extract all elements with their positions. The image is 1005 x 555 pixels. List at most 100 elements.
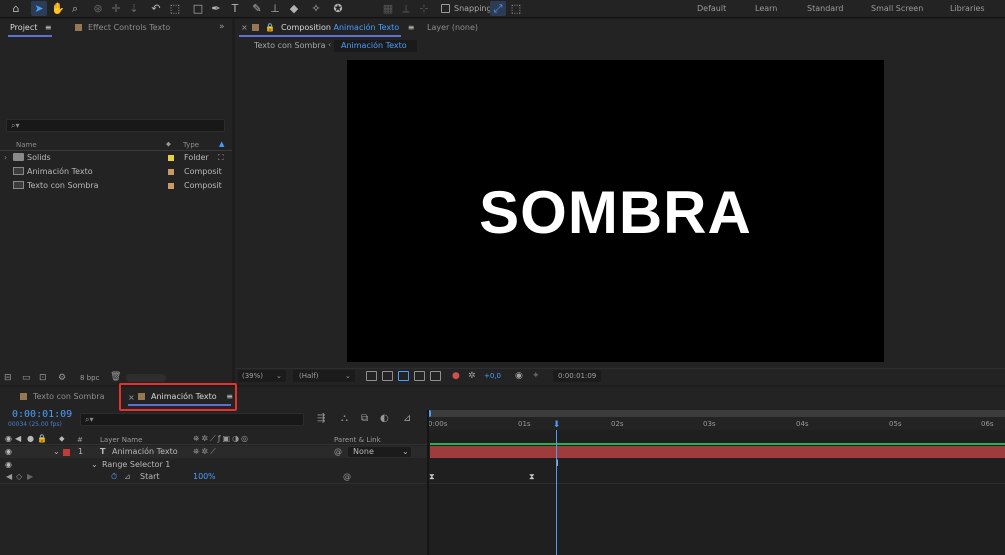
timeline-splitter[interactable]: [427, 410, 429, 555]
puppet-tool-icon[interactable]: ✪: [330, 1, 346, 16]
color-channels-icon[interactable]: ●: [452, 371, 460, 382]
label-color-swatch[interactable]: [168, 155, 174, 161]
label-color-swatch[interactable]: [63, 449, 70, 456]
comp-flowchart-icon[interactable]: ⇶: [317, 413, 325, 424]
layer-switches[interactable]: ⛯✲⟋: [193, 446, 218, 458]
draft-3d-icon[interactable]: ⛬: [341, 413, 348, 424]
layer-name[interactable]: Animación Texto: [112, 446, 178, 458]
new-composition-icon[interactable]: ⊡: [39, 373, 47, 383]
eye-icon[interactable]: ◉: [5, 459, 12, 471]
roto-brush-tool-icon[interactable]: ✧: [308, 1, 324, 16]
column-header-number[interactable]: #: [77, 436, 83, 444]
audio-icon[interactable]: ◀: [15, 434, 21, 443]
sort-ascending-icon[interactable]: ▲: [219, 140, 224, 148]
snapping-checkbox[interactable]: [441, 4, 450, 13]
region-of-interest-icon[interactable]: [366, 371, 377, 381]
graph-icon[interactable]: ⊿: [124, 471, 131, 483]
dolly-tool-icon[interactable]: ⇣: [126, 1, 142, 16]
flowchart-icon[interactable]: ⛶: [218, 151, 224, 165]
label-tag-icon[interactable]: ⬥: [166, 140, 171, 149]
home-icon[interactable]: ⌂: [8, 1, 24, 16]
expression-icon[interactable]: @: [343, 471, 351, 483]
project-row-animacion-texto[interactable]: Animación Texto Composit: [0, 165, 232, 179]
lock-icon[interactable]: 🔒: [265, 23, 275, 32]
pan-tool-icon[interactable]: ✛: [108, 1, 124, 16]
grid-guides-icon[interactable]: [414, 371, 425, 381]
type-tool-icon[interactable]: T: [227, 1, 243, 16]
snap-features-icon[interactable]: ⬚: [508, 1, 524, 16]
breadcrumb-animacion-texto[interactable]: Animación Texto: [341, 40, 407, 52]
solo-icon[interactable]: ●: [27, 434, 34, 443]
close-tab-icon[interactable]: ×: [128, 393, 135, 402]
playhead-line[interactable]: [556, 430, 557, 555]
close-tab-icon[interactable]: ×: [241, 23, 248, 32]
range-selector-row[interactable]: ◉ ⌄ Range Selector 1: [0, 459, 427, 471]
tab-project[interactable]: Project ≡: [10, 22, 52, 34]
timeline-search-input[interactable]: ⌕▾: [80, 413, 304, 426]
viewer-text-layer[interactable]: SOMBRA: [347, 178, 884, 247]
adjust-project-settings-icon[interactable]: ⚙: [58, 373, 66, 383]
workspace-standard[interactable]: Standard: [807, 4, 843, 13]
previous-keyframe-icon[interactable]: ◀: [6, 471, 12, 483]
clone-stamp-tool-icon[interactable]: ⊥: [267, 1, 283, 16]
label-color-swatch[interactable]: [168, 169, 174, 175]
exposure-value[interactable]: +0,0: [484, 371, 501, 382]
column-header-parent[interactable]: Parent & Link: [334, 436, 381, 444]
expand-chevron-icon[interactable]: ›: [4, 151, 7, 165]
pen-tool-icon[interactable]: ✒: [208, 1, 224, 16]
rotate-tool-icon[interactable]: ↶: [148, 1, 164, 16]
pan-behind-tool-icon[interactable]: ⬚: [167, 1, 183, 16]
layer-duration-bar[interactable]: [430, 446, 1005, 458]
pick-whip-icon[interactable]: @: [334, 446, 342, 458]
next-keyframe-icon[interactable]: ▶: [27, 471, 33, 483]
snap-edges-icon[interactable]: ⤢: [490, 1, 506, 16]
keyframe-icon[interactable]: ⧗: [429, 472, 435, 482]
workspace-small-screen[interactable]: Small Screen: [871, 4, 923, 13]
column-header-type[interactable]: Type: [183, 141, 199, 149]
hand-tool-icon[interactable]: ✋: [50, 1, 66, 16]
playhead-handle[interactable]: ⬇: [552, 421, 561, 430]
lock-icon[interactable]: 🔒: [37, 434, 47, 443]
panel-menu-icon[interactable]: ≡: [45, 23, 52, 32]
workspace-default[interactable]: Default: [697, 4, 726, 13]
add-keyframe-icon[interactable]: ◇: [16, 471, 22, 483]
project-row-solids[interactable]: › Solids Folder ⛶: [0, 151, 232, 165]
panel-overflow-icon[interactable]: »: [219, 22, 225, 32]
column-header-name[interactable]: Name: [16, 141, 37, 149]
label-color-swatch[interactable]: [168, 183, 174, 189]
tab-composition[interactable]: 🔒 Composition Animación Texto ≡: [252, 22, 414, 34]
tab-effect-controls[interactable]: Effect Controls Texto: [75, 22, 170, 34]
switches-icons[interactable]: ⛯✲⟋ƒ▣◑◎: [193, 434, 250, 444]
tab-layer[interactable]: Layer (none): [427, 22, 478, 34]
camera-snapshot-icon[interactable]: ◉: [515, 371, 523, 382]
interpret-footage-icon[interactable]: ⊟: [4, 373, 12, 383]
world-axis-icon[interactable]: ⊹: [416, 1, 432, 16]
rectangle-tool-icon[interactable]: □: [190, 1, 206, 16]
project-scrollbar[interactable]: [126, 374, 166, 382]
work-area-bar[interactable]: [429, 410, 1005, 417]
expand-chevron-icon[interactable]: ⌄: [91, 459, 98, 471]
workspace-libraries[interactable]: Libraries: [950, 4, 985, 13]
axis-icon[interactable]: ⟂: [398, 1, 414, 16]
snapshot-view-icon[interactable]: [430, 371, 441, 381]
new-folder-icon[interactable]: ▭: [22, 373, 31, 383]
eraser-tool-icon[interactable]: ◆: [286, 1, 302, 16]
zoom-tool-icon[interactable]: ⌕: [67, 1, 83, 16]
show-snapshot-icon[interactable]: ✦: [532, 371, 540, 382]
panel-menu-icon[interactable]: ≡: [226, 392, 233, 401]
label-tag-icon[interactable]: ⬥: [59, 434, 65, 444]
keyframe-icon[interactable]: ⧗: [529, 472, 535, 482]
property-row-start[interactable]: ◀ ◇ ▶ ⏱ ⊿ Start 100 % @: [0, 471, 427, 483]
project-search-input[interactable]: ⌕▾: [6, 119, 225, 132]
stopwatch-icon[interactable]: ⏱: [111, 471, 117, 483]
column-header-layer-name[interactable]: Layer Name: [100, 436, 142, 444]
workspace-learn[interactable]: Learn: [755, 4, 777, 13]
eye-icon[interactable]: ◉: [5, 446, 12, 458]
transparency-grid-icon[interactable]: [382, 371, 393, 381]
layer-row[interactable]: ◉ ⌄ 1 T Animación Texto ⛯✲⟋ @ None ⌄: [0, 446, 427, 458]
trash-icon[interactable]: 🗑: [110, 372, 121, 382]
orbit-tool-icon[interactable]: ⊛: [90, 1, 106, 16]
tab-timeline-animacion-texto[interactable]: Animación Texto ≡: [138, 391, 233, 403]
shy-layers-icon[interactable]: ⧉: [361, 413, 368, 424]
bit-depth-button[interactable]: 8 bpc: [80, 374, 99, 382]
